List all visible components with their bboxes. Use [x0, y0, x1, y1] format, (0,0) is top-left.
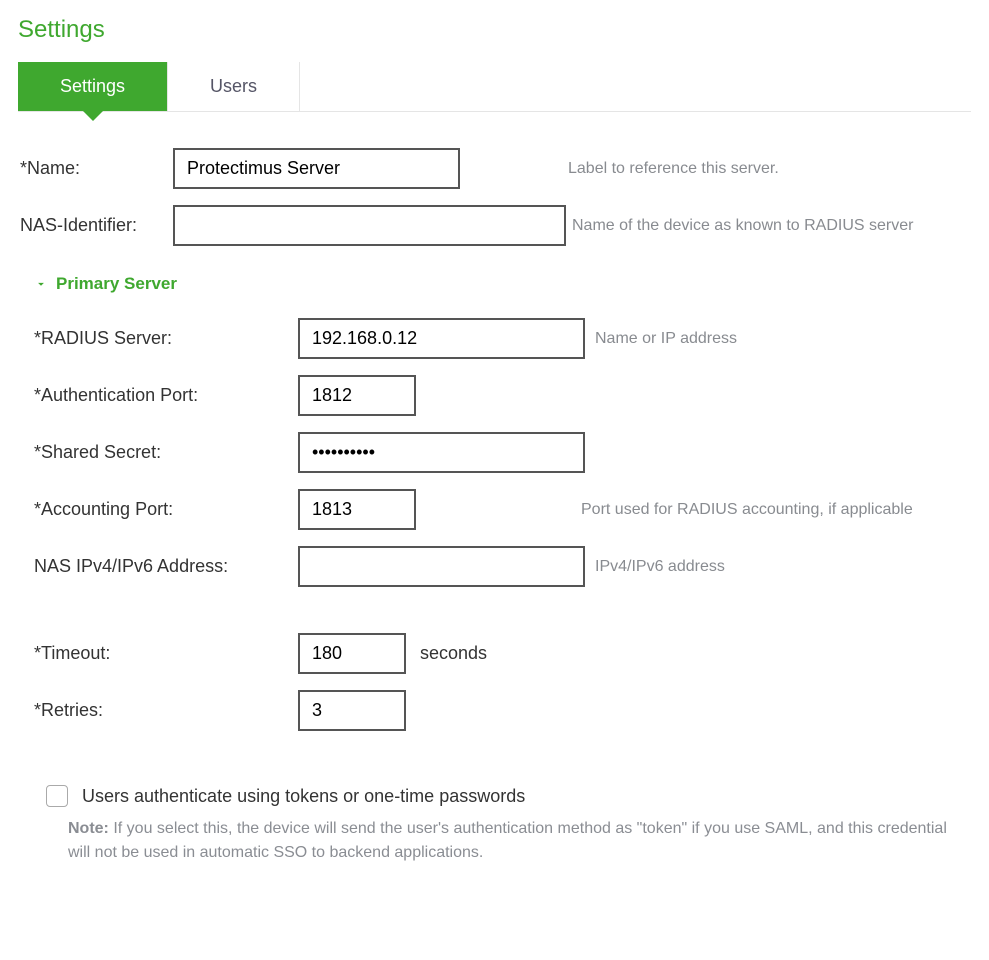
tab-settings[interactable]: Settings [18, 62, 168, 111]
timeout-suffix: seconds [420, 643, 487, 664]
name-label: *Name: [18, 158, 173, 179]
note-text: If you select this, the device will send… [68, 820, 947, 861]
nas-identifier-label: NAS-Identifier: [18, 215, 173, 236]
accounting-port-label: *Accounting Port: [34, 499, 298, 520]
primary-server-toggle[interactable]: Primary Server [34, 274, 971, 294]
token-auth-label: Users authenticate using tokens or one-t… [82, 786, 525, 807]
radius-server-input[interactable] [298, 318, 585, 359]
nas-identifier-hint: Name of the device as known to RADIUS se… [572, 217, 913, 235]
shared-secret-input[interactable] [298, 432, 585, 473]
tab-users[interactable]: Users [168, 62, 300, 111]
timeout-label: *Timeout: [34, 643, 298, 664]
name-hint: Label to reference this server. [568, 160, 779, 178]
shared-secret-label: *Shared Secret: [34, 442, 298, 463]
tab-bar: Settings Users [18, 62, 971, 112]
retries-label: *Retries: [34, 700, 298, 721]
radius-server-hint: Name or IP address [595, 330, 737, 348]
name-input[interactable] [173, 148, 460, 189]
accounting-port-input[interactable] [298, 489, 416, 530]
auth-port-label: *Authentication Port: [34, 385, 298, 406]
primary-server-header: Primary Server [56, 274, 177, 294]
page-title: Settings [18, 16, 971, 44]
nas-address-label: NAS IPv4/IPv6 Address: [34, 556, 298, 577]
note-strong: Note: [68, 820, 109, 837]
nas-identifier-input[interactable] [173, 205, 566, 246]
nas-address-hint: IPv4/IPv6 address [595, 558, 725, 576]
timeout-input[interactable] [298, 633, 406, 674]
radius-server-label: *RADIUS Server: [34, 328, 298, 349]
accounting-port-hint: Port used for RADIUS accounting, if appl… [581, 501, 913, 519]
retries-input[interactable] [298, 690, 406, 731]
auth-port-input[interactable] [298, 375, 416, 416]
nas-address-input[interactable] [298, 546, 585, 587]
chevron-down-icon [34, 277, 48, 291]
token-auth-note: Note: If you select this, the device wil… [18, 807, 971, 865]
token-auth-checkbox[interactable] [46, 785, 68, 807]
